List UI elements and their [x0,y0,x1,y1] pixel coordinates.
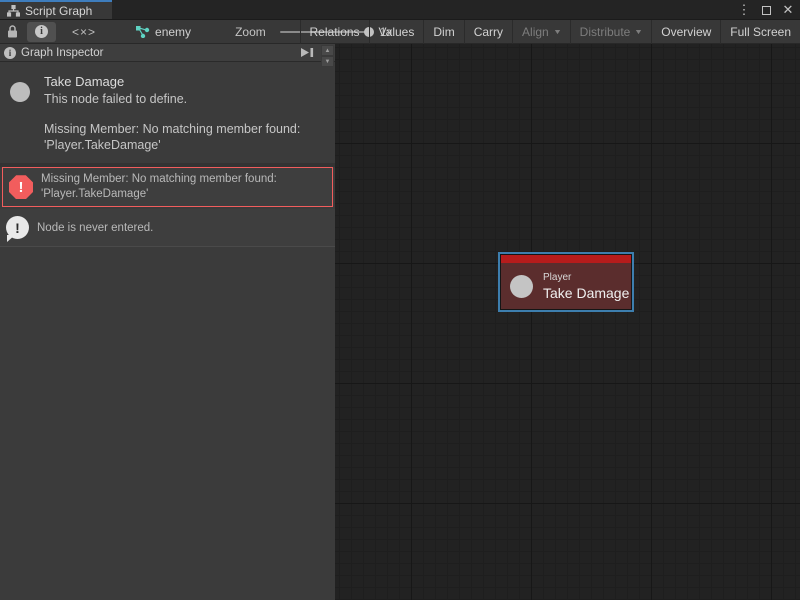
node-icon [510,275,533,298]
node-type-label: Player [543,272,629,283]
titlebar: Script Graph ⋮ ✕ [0,0,800,20]
node-labels: Player Take Damage [543,272,629,301]
toolbar-left-group: i <×> [0,20,110,43]
align-dropdown[interactable]: Align ▼ [512,20,570,44]
graph-icon [136,26,150,38]
dock-icon [300,47,315,58]
titlebar-controls: ⋮ ✕ [736,0,796,20]
enemy-label: enemy [155,25,191,39]
graph-breadcrumb-enemy[interactable]: enemy [126,20,201,43]
main-area: i Graph Inspector ▲ ▼ Take Damage This n… [0,44,800,600]
inspector-toggle-button[interactable]: i [27,22,56,42]
carry-button[interactable]: Carry [464,20,512,44]
zoom-label: Zoom [235,25,266,39]
graph-toolbar: i <×> enemy Zoom 1x Re [0,20,800,44]
fullscreen-button[interactable]: Full Screen [720,20,800,44]
chevron-down-icon: ▼ [634,29,643,36]
panel-scroll-spinner: ▲ ▼ [321,45,334,67]
node-title-label: Take Damage [543,285,629,301]
node-inner: Player Take Damage [501,255,631,309]
graph-inspector-panel: i Graph Inspector ▲ ▼ Take Damage This n… [0,44,335,600]
window-menu-icon[interactable]: ⋮ [736,2,752,18]
maximize-box [762,6,771,15]
node-info-texts: Take Damage This node failed to define. … [44,70,325,153]
scroll-up-button[interactable]: ▲ [321,45,334,56]
code-preview-button[interactable]: <×> [58,25,110,39]
node-body: Player Take Damage [501,263,631,309]
node-info-block: Take Damage This node failed to define. … [0,62,335,167]
values-button[interactable]: Values [369,20,424,44]
align-label: Align [522,25,549,39]
script-graph-window: Script Graph ⋮ ✕ i <×> [0,0,800,600]
graph-hierarchy-icon [7,5,20,17]
error-message-box: ! Missing Member: No matching member fou… [2,167,333,207]
inspector-header: i Graph Inspector [0,44,335,62]
node-error-strip [501,255,631,263]
lock-button[interactable] [0,20,25,43]
overview-button[interactable]: Overview [651,20,720,44]
info-icon: i [35,25,48,38]
relations-button[interactable]: Relations [300,20,369,44]
toolbar-buttons: Relations Values Dim Carry Align ▼ Distr… [300,20,800,44]
close-icon[interactable]: ✕ [780,2,796,18]
error-icon: ! [9,175,33,199]
graph-canvas[interactable]: Player Take Damage [335,44,800,600]
scroll-down-button[interactable]: ▼ [321,56,334,67]
warning-text: Node is never entered. [37,222,153,234]
distribute-dropdown[interactable]: Distribute ▼ [570,20,652,44]
tab-script-graph[interactable]: Script Graph [0,0,112,19]
distribute-label: Distribute [580,25,631,39]
dim-button[interactable]: Dim [423,20,463,44]
tab-title: Script Graph [25,4,92,18]
take-damage-node[interactable]: Player Take Damage [498,252,634,312]
maximize-icon[interactable] [758,2,774,18]
chevron-down-icon: ▼ [553,29,562,36]
inspector-title: Graph Inspector [21,47,295,59]
warning-icon: ! [6,216,29,239]
node-status: This node failed to define. [44,92,325,106]
info-icon: i [4,47,16,59]
lock-icon [7,25,18,38]
error-detail: Missing Member: No matching member found… [44,122,316,153]
error-box-text: Missing Member: No matching member found… [41,172,326,202]
warning-message-row: ! Node is never entered. [0,209,335,247]
dock-panel-button[interactable] [300,47,315,58]
node-title: Take Damage [44,74,325,89]
node-icon [10,82,30,102]
